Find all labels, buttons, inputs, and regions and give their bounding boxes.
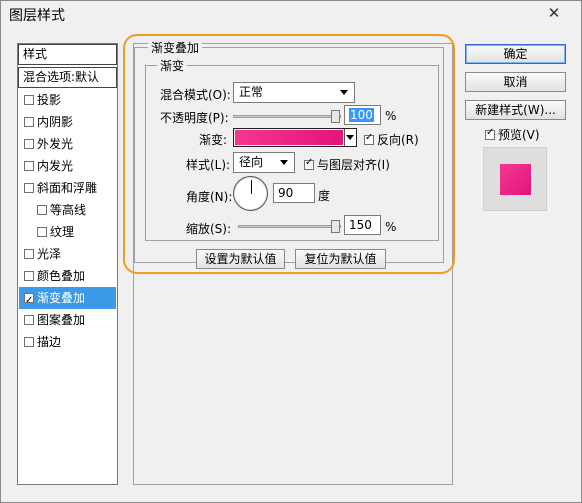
angle-dial[interactable] (233, 176, 268, 211)
style-item-label: 渐变叠加 (37, 291, 86, 305)
style-item-label: 描边 (37, 335, 62, 349)
set-default-button[interactable]: 设置为默认值 (196, 249, 285, 269)
style-item-label: 颜色叠加 (37, 269, 86, 283)
style-label: 样式(L): (186, 158, 231, 172)
new-style-button[interactable]: 新建样式(W)... (465, 100, 566, 120)
style-item-label: 等高线 (50, 203, 87, 217)
ok-button[interactable]: 确定 (465, 44, 566, 64)
check-icon[interactable] (24, 315, 34, 325)
check-icon[interactable] (24, 249, 34, 259)
reverse-checkbox[interactable]: 反向(R) (364, 131, 419, 148)
styles-header[interactable]: 样式 (18, 44, 117, 65)
opacity-input[interactable]: 100 (344, 105, 381, 125)
style-item-label: 光泽 (37, 247, 62, 261)
preview-label: 预览(V) (498, 128, 540, 142)
blend-mode-label: 混合模式(O): (160, 88, 231, 102)
preview-swatch (500, 164, 531, 195)
style-item[interactable]: 外发光 (19, 133, 116, 155)
style-item[interactable]: 图案叠加 (19, 309, 116, 331)
style-item[interactable]: 描边 (19, 331, 116, 353)
title-bar: 图层样式 ✕ (1, 1, 581, 28)
cancel-button[interactable]: 取消 (465, 72, 566, 92)
style-item[interactable]: 渐变叠加 (19, 287, 116, 312)
close-icon[interactable]: ✕ (543, 3, 565, 23)
group-title: 渐变叠加 (148, 39, 203, 56)
style-item-label: 外发光 (37, 137, 74, 151)
check-icon[interactable] (485, 127, 495, 140)
reset-default-button[interactable]: 复位为默认值 (295, 249, 386, 269)
scale-label: 缩放(S): (186, 222, 232, 236)
style-value: 径向 (239, 155, 264, 169)
check-icon[interactable] (24, 117, 34, 127)
opacity-percent: % (385, 109, 397, 123)
style-select[interactable]: 径向 (233, 152, 295, 173)
scale-slider-thumb[interactable] (331, 220, 340, 233)
reverse-label: 反向(R) (377, 133, 419, 147)
opacity-slider-track[interactable] (233, 115, 341, 118)
scale-input[interactable]: 150 (344, 215, 381, 235)
style-item-label: 纹理 (50, 225, 75, 239)
style-item[interactable]: 内发光 (19, 155, 116, 177)
check-icon[interactable] (24, 95, 34, 105)
check-icon[interactable] (37, 205, 47, 215)
style-item[interactable]: 内阴影 (19, 111, 116, 133)
opacity-slider-thumb[interactable] (331, 110, 340, 123)
style-item[interactable]: 纹理 (19, 221, 116, 243)
check-icon[interactable] (24, 271, 34, 281)
check-icon[interactable] (24, 161, 34, 171)
style-item-label: 内阴影 (37, 115, 74, 129)
style-item-label: 内发光 (37, 159, 74, 173)
align-checkbox[interactable]: 与图层对齐(I) (304, 156, 390, 173)
scale-percent: % (385, 220, 397, 234)
angle-value: 90 (278, 186, 294, 200)
style-preview (483, 147, 547, 211)
angle-label: 角度(N): (186, 190, 233, 204)
blend-mode-value: 正常 (239, 85, 264, 99)
check-icon[interactable] (24, 290, 34, 312)
check-icon[interactable] (304, 157, 314, 170)
window-title: 图层样式 (9, 8, 65, 24)
check-icon[interactable] (24, 139, 34, 149)
blend-options-item[interactable]: 混合选项:默认 (18, 67, 117, 88)
check-icon[interactable] (364, 132, 374, 145)
angle-input[interactable]: 90 (273, 183, 315, 203)
scale-slider-track[interactable] (238, 225, 341, 228)
check-icon[interactable] (24, 337, 34, 347)
gradient-dropdown-button[interactable] (344, 129, 356, 146)
check-icon[interactable] (37, 227, 47, 237)
scale-value: 150 (349, 218, 372, 232)
chevron-down-icon (340, 90, 348, 95)
align-label: 与图层对齐(I) (317, 158, 390, 172)
styles-list: 样式 混合选项:默认 投影内阴影外发光内发光斜面和浮雕等高线纹理光泽颜色叠加渐变… (17, 43, 118, 485)
chevron-down-icon (346, 135, 354, 140)
style-item[interactable]: 光泽 (19, 243, 116, 265)
check-icon[interactable] (24, 183, 34, 193)
gradient-picker[interactable] (233, 128, 357, 147)
style-item-label: 斜面和浮雕 (37, 181, 98, 195)
subgroup-title: 渐变 (157, 57, 188, 74)
angle-unit: 度 (318, 189, 331, 203)
angle-dial-needle (251, 180, 252, 194)
style-item-label: 图案叠加 (37, 313, 86, 327)
layer-style-dialog: 图层样式 ✕ 样式 混合选项:默认 投影内阴影外发光内发光斜面和浮雕等高线纹理光… (0, 0, 582, 503)
style-item[interactable]: 斜面和浮雕 (19, 177, 116, 199)
gradient-preview[interactable] (235, 130, 343, 145)
opacity-label: 不透明度(P): (160, 111, 229, 125)
gradient-label: 渐变: (199, 133, 228, 147)
style-item[interactable]: 颜色叠加 (19, 265, 116, 287)
blend-mode-select[interactable]: 正常 (233, 82, 355, 103)
preview-checkbox[interactable]: 预览(V) (485, 126, 540, 143)
style-item[interactable]: 投影 (19, 89, 116, 111)
opacity-value: 100 (349, 108, 374, 122)
style-item[interactable]: 等高线 (19, 199, 116, 221)
style-item-label: 投影 (37, 93, 62, 107)
chevron-down-icon (280, 160, 288, 165)
